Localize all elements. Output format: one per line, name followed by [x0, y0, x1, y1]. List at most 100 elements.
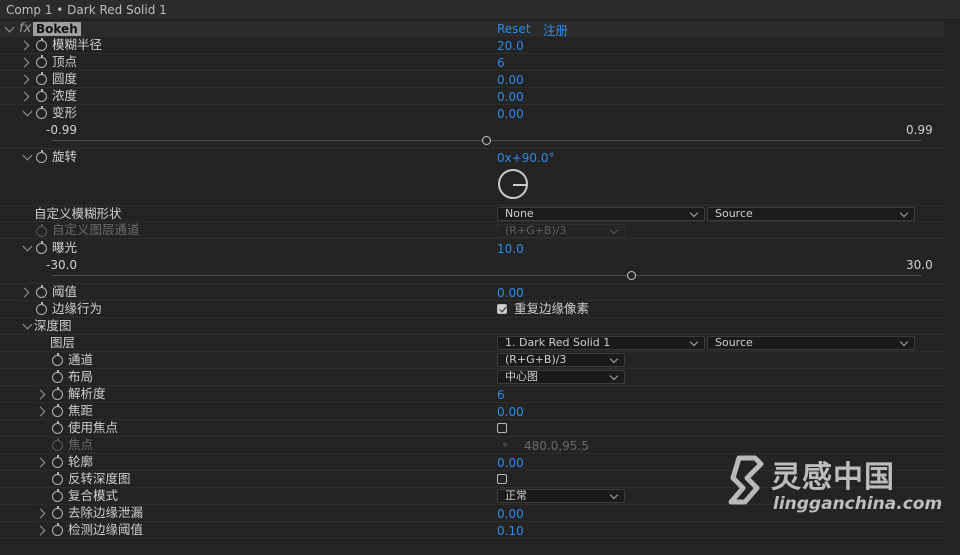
angle-dial[interactable] [498, 169, 528, 199]
divider [0, 221, 944, 222]
layout-dropdown[interactable]: 中心图 [497, 370, 625, 384]
twirl-icon[interactable] [19, 57, 30, 68]
stopwatch-icon[interactable] [36, 72, 47, 85]
twirl-icon[interactable] [19, 287, 30, 298]
custom-shape-source-dropdown[interactable]: Source [707, 207, 915, 221]
twirl-icon[interactable] [19, 74, 30, 85]
stopwatch-icon[interactable] [36, 241, 47, 254]
custom-shape-layer-dropdown[interactable]: None [497, 207, 705, 221]
stopwatch-icon[interactable] [36, 55, 47, 68]
twirl-icon[interactable] [35, 525, 46, 536]
value-vertices[interactable]: 6 [497, 55, 505, 71]
dropdown-value: 中心图 [505, 370, 538, 383]
use-focus-checkbox[interactable] [497, 423, 507, 433]
blend-mode-dropdown[interactable]: 正常 [497, 489, 625, 503]
label-focal-distance: 焦距 [68, 403, 94, 418]
twirl-icon[interactable] [22, 319, 33, 330]
value-resolution[interactable]: 6 [497, 387, 505, 403]
repeat-edge-pixels-checkbox[interactable] [497, 304, 507, 314]
stopwatch-icon[interactable] [52, 489, 63, 502]
slider-min: -0.99 [46, 123, 78, 137]
twirl-icon[interactable] [19, 40, 30, 51]
stopwatch-icon[interactable] [36, 150, 47, 163]
value-contour[interactable]: 0.00 [497, 455, 524, 471]
stopwatch-icon[interactable] [52, 523, 63, 536]
value-deform[interactable]: 0.00 [497, 106, 524, 122]
depth-source-dropdown[interactable]: Source [707, 336, 915, 350]
stopwatch-icon[interactable] [52, 353, 63, 366]
value-edge-detect-threshold[interactable]: 0.10 [497, 523, 524, 539]
slider-track[interactable] [52, 275, 922, 276]
value-roundness[interactable]: 0.00 [497, 72, 524, 88]
dropdown-value: (R+G+B)/3 [505, 353, 567, 366]
twirl-icon[interactable] [22, 150, 33, 161]
stopwatch-icon[interactable] [36, 89, 47, 102]
slider-min: -30.0 [46, 258, 78, 272]
stopwatch-icon[interactable] [52, 404, 63, 417]
value-exposure[interactable]: 10.0 [497, 241, 524, 257]
stopwatch-icon[interactable] [36, 285, 47, 298]
invert-depth-checkbox[interactable] [497, 474, 507, 484]
divider [0, 419, 944, 420]
stopwatch-icon[interactable] [52, 387, 63, 400]
stopwatch-icon[interactable] [52, 472, 63, 485]
reset-link[interactable]: Reset [497, 22, 531, 36]
depth-layer-dropdown[interactable]: 1. Dark Red Solid 1 [497, 336, 705, 350]
stopwatch-icon[interactable] [36, 106, 47, 119]
slider-max: 30.0 [906, 258, 933, 272]
slider-knob[interactable] [627, 271, 637, 280]
twirl-icon[interactable] [22, 241, 33, 252]
effect-header-row[interactable]: fx Bokeh Reset 注册 [0, 20, 944, 39]
value-threshold[interactable]: 0.00 [497, 285, 524, 301]
divider [0, 351, 944, 352]
chevron-down-icon [899, 208, 909, 218]
effect-name[interactable]: Bokeh [33, 22, 81, 36]
slider-knob[interactable] [482, 136, 491, 145]
fx-icon[interactable]: fx [19, 21, 31, 36]
twirl-icon[interactable] [35, 406, 46, 417]
label-invert-depth: 反转深度图 [68, 471, 131, 486]
channel-dropdown[interactable]: (R+G+B)/3 [497, 353, 625, 367]
dropdown-value: None [505, 207, 534, 220]
label-roundness: 圆度 [52, 71, 78, 86]
register-link[interactable]: 注册 [543, 20, 568, 39]
scrollbar[interactable] [944, 21, 960, 555]
stopwatch-icon[interactable] [52, 421, 63, 434]
slider-max: 0.99 [906, 123, 933, 137]
label-custom-channel: 自定义图层通道 [52, 222, 140, 237]
repeat-edge-pixels-label[interactable]: 重复边缘像素 [514, 301, 589, 317]
stopwatch-icon[interactable] [36, 302, 47, 315]
twirl-icon[interactable] [22, 106, 33, 117]
value-focal-distance[interactable]: 0.00 [497, 404, 524, 420]
twirl-icon[interactable] [35, 389, 46, 400]
divider [0, 436, 944, 437]
value-rotation[interactable]: 0x+90.0° [497, 150, 555, 166]
value-remove-edge-leak[interactable]: 0.00 [497, 506, 524, 522]
dropdown-value: (R+G+B)/3 [505, 224, 567, 237]
twirl-icon[interactable] [35, 457, 46, 468]
value-focus-point: 480.0,95.5 [524, 439, 589, 453]
value-density[interactable]: 0.00 [497, 89, 524, 105]
stopwatch-icon[interactable] [52, 370, 63, 383]
label-density: 浓度 [52, 88, 78, 103]
divider [0, 205, 944, 206]
label-rotation: 旋转 [52, 149, 78, 164]
stopwatch-icon[interactable] [52, 455, 63, 468]
stopwatch-icon[interactable] [36, 38, 47, 51]
chevron-down-icon [609, 354, 619, 364]
stopwatch-icon[interactable] [52, 506, 63, 519]
panel-title: Comp 1 • Dark Red Solid 1 [6, 3, 167, 17]
label-resolution: 解析度 [68, 386, 106, 401]
label-layer: 图层 [50, 335, 76, 350]
divider [0, 87, 944, 88]
divider [0, 538, 944, 539]
twirl-icon[interactable] [35, 508, 46, 519]
label-use-focus: 使用焦点 [68, 420, 119, 435]
dropdown-value: 正常 [505, 489, 527, 502]
watermark-brand: 灵感中国 [771, 460, 895, 495]
label-deform: 变形 [52, 105, 78, 120]
effect-twirl-icon[interactable] [4, 22, 15, 33]
value-blur-radius[interactable]: 20.0 [497, 38, 524, 54]
twirl-icon[interactable] [19, 91, 30, 102]
chevron-down-icon [689, 208, 699, 218]
